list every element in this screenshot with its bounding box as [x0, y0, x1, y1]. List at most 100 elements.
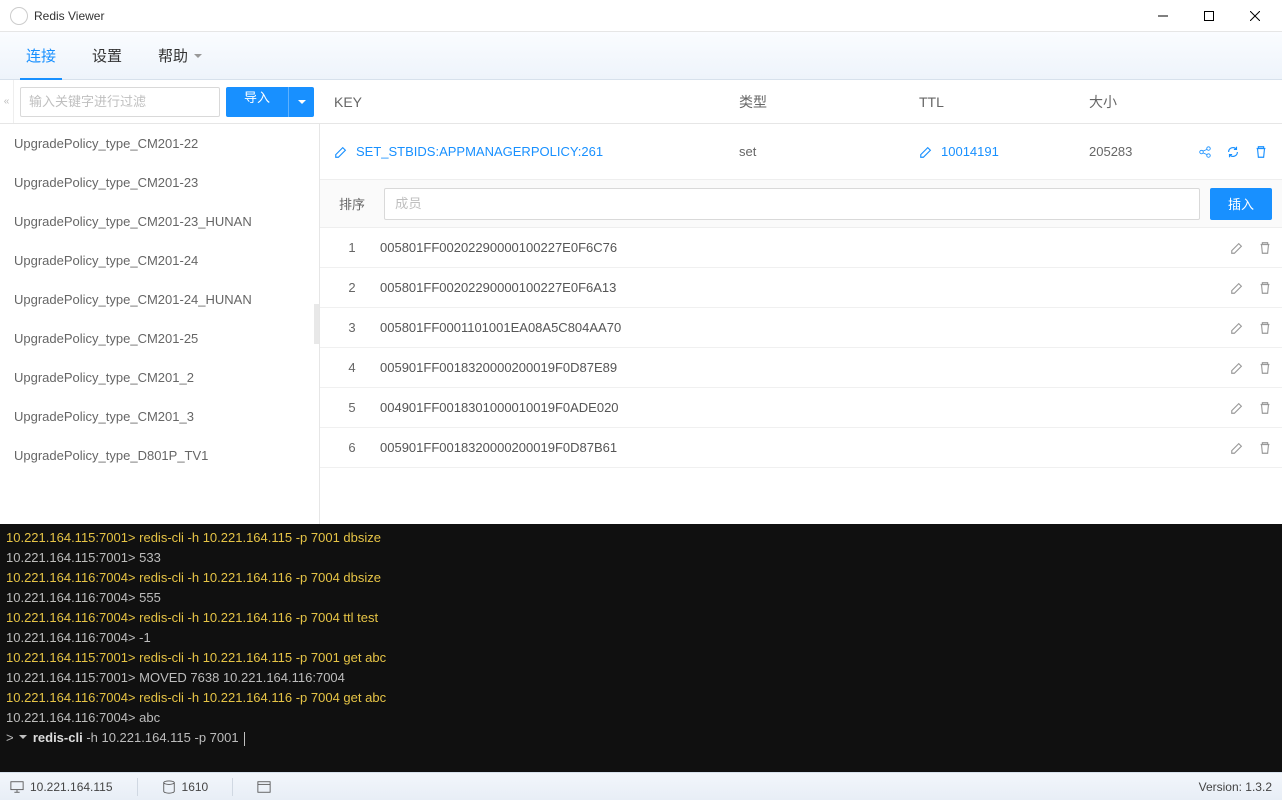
status-host-group: 10.221.164.115 — [10, 780, 113, 794]
row-actions — [1230, 321, 1272, 335]
key-list-item[interactable]: UpgradePolicy_type_CM201-24 — [0, 241, 319, 280]
terminal-output: 555 — [139, 590, 161, 605]
import-button[interactable]: 导入 — [226, 87, 314, 117]
trash-icon[interactable] — [1258, 441, 1272, 455]
status-db-count: 1610 — [182, 780, 209, 794]
maximize-button[interactable] — [1186, 0, 1232, 32]
key-list-item[interactable]: UpgradePolicy_type_CM201-23 — [0, 163, 319, 202]
key-list-item[interactable]: UpgradePolicy_type_D801P_TV1 — [0, 436, 319, 475]
status-db-group: 1610 — [162, 780, 209, 794]
row-value: 005801FF0001101001EA08A5C804AA70 — [374, 320, 1230, 335]
body: UpgradePolicy_type_CM201-22UpgradePolicy… — [0, 124, 1282, 524]
trash-icon[interactable] — [1258, 281, 1272, 295]
sidebar-toolbar: 导入 — [14, 80, 320, 123]
member-row[interactable]: 6005901FF0018320000200019F0D87B61 — [320, 428, 1282, 468]
status-host: 10.221.164.115 — [30, 780, 113, 794]
share-icon[interactable] — [1198, 145, 1212, 159]
key-list[interactable]: UpgradePolicy_type_CM201-22UpgradePolicy… — [0, 124, 320, 524]
trash-icon[interactable] — [1258, 401, 1272, 415]
menu-settings[interactable]: 设置 — [74, 32, 140, 80]
insert-button[interactable]: 插入 — [1210, 188, 1272, 220]
member-row[interactable]: 4005901FF0018320000200019F0D87E89 — [320, 348, 1282, 388]
import-button-label: 导入 — [226, 87, 288, 117]
terminal-output: 533 — [139, 550, 161, 565]
sidebar-resize-handle[interactable] — [314, 304, 319, 344]
insert-button-label: 插入 — [1228, 194, 1254, 213]
status-terminal-toggle[interactable] — [257, 780, 271, 794]
import-dropdown[interactable] — [288, 87, 314, 117]
cursor — [244, 732, 245, 746]
edit-icon[interactable] — [1230, 281, 1244, 295]
menu-connect-label: 连接 — [26, 45, 56, 66]
toolbar-row: « 导入 KEY 类型 TTL 大小 — [0, 80, 1282, 124]
status-version: Version: 1.3.2 — [1199, 780, 1272, 794]
filter-input[interactable] — [20, 87, 220, 117]
member-input[interactable] — [384, 188, 1200, 220]
triangle-down-icon[interactable] — [19, 735, 27, 743]
key-list-item[interactable]: UpgradePolicy_type_CM201_2 — [0, 358, 319, 397]
row-actions — [1230, 361, 1272, 375]
chevron-down-icon — [298, 100, 306, 108]
terminal-command: redis-cli -h 10.221.164.115 -p 7001 dbsi… — [139, 530, 381, 545]
member-grid[interactable]: 1005801FF00202290000100227E0F6C762005801… — [320, 228, 1282, 524]
edit-icon[interactable] — [1230, 401, 1244, 415]
monitor-icon — [10, 780, 24, 794]
menu-settings-label: 设置 — [92, 45, 122, 66]
terminal-command: redis-cli -h 10.221.164.116 -p 7004 ttl … — [139, 610, 378, 625]
menubar: 连接 设置 帮助 — [0, 32, 1282, 80]
sort-label[interactable]: 排序 — [330, 194, 374, 213]
member-row[interactable]: 3005801FF0001101001EA08A5C804AA70 — [320, 308, 1282, 348]
key-list-item[interactable]: UpgradePolicy_type_CM201_3 — [0, 397, 319, 436]
terminal-command: redis-cli -h 10.221.164.116 -p 7004 dbsi… — [139, 570, 381, 585]
row-actions — [1230, 281, 1272, 295]
edit-icon[interactable] — [1230, 441, 1244, 455]
header-ttl: TTL — [919, 94, 1089, 110]
edit-icon[interactable] — [1230, 361, 1244, 375]
terminal-prompt: 10.221.164.115:7001> — [6, 530, 139, 545]
edit-icon — [919, 145, 933, 159]
menu-help[interactable]: 帮助 — [140, 32, 220, 80]
member-row[interactable]: 1005801FF00202290000100227E0F6C76 — [320, 228, 1282, 268]
sidebar-collapse-handle[interactable]: « — [0, 80, 14, 123]
row-actions — [1230, 401, 1272, 415]
detail-ttl[interactable]: 10014191 — [919, 144, 1089, 159]
row-value: 004901FF0018301000010019F0ADE020 — [374, 400, 1230, 415]
edit-icon — [334, 145, 348, 159]
member-row[interactable]: 2005801FF00202290000100227E0F6A13 — [320, 268, 1282, 308]
terminal-prompt: 10.221.164.116:7004> — [6, 570, 139, 585]
terminal-prompt: 10.221.164.116:7004> — [6, 710, 139, 725]
key-list-item[interactable]: UpgradePolicy_type_CM201-24_HUNAN — [0, 280, 319, 319]
key-list-item[interactable]: UpgradePolicy_type_CM201-22 — [0, 124, 319, 163]
statusbar: 10.221.164.115 1610 Version: 1.3.2 — [0, 772, 1282, 800]
menu-help-label: 帮助 — [158, 45, 188, 66]
terminal[interactable]: 10.221.164.115:7001> redis-cli -h 10.221… — [0, 524, 1282, 772]
row-index: 6 — [330, 440, 374, 455]
terminal-command: redis-cli -h 10.221.164.116 -p 7004 get … — [139, 690, 386, 705]
terminal-output: MOVED 7638 10.221.164.116:7004 — [139, 670, 345, 685]
terminal-prompt: 10.221.164.116:7004> — [6, 590, 139, 605]
window-title: Redis Viewer — [34, 9, 104, 23]
terminal-command: redis-cli -h 10.221.164.115 -p 7001 get … — [139, 650, 386, 665]
edit-icon[interactable] — [1230, 321, 1244, 335]
close-button[interactable] — [1232, 0, 1278, 32]
key-list-item[interactable]: UpgradePolicy_type_CM201-25 — [0, 319, 319, 358]
minimize-button[interactable] — [1140, 0, 1186, 32]
key-list-item[interactable]: UpgradePolicy_type_CM201-23_HUNAN — [0, 202, 319, 241]
trash-icon[interactable] — [1258, 241, 1272, 255]
member-row[interactable]: 5004901FF0018301000010019F0ADE020 — [320, 388, 1282, 428]
menu-connect[interactable]: 连接 — [8, 32, 74, 80]
row-actions — [1230, 241, 1272, 255]
trash-icon[interactable] — [1258, 361, 1272, 375]
row-index: 3 — [330, 320, 374, 335]
trash-icon[interactable] — [1258, 321, 1272, 335]
trash-icon[interactable] — [1254, 145, 1268, 159]
terminal-prompt: 10.221.164.115:7001> — [6, 670, 139, 685]
detail-key[interactable]: SET_STBIDS:APPMANAGERPOLICY:261 — [334, 144, 739, 159]
terminal-input-line[interactable]: > redis-cli -h 10.221.164.115 -p 7001 — [6, 728, 1276, 748]
divider — [232, 778, 233, 796]
refresh-icon[interactable] — [1226, 145, 1240, 159]
edit-icon[interactable] — [1230, 241, 1244, 255]
member-toolbar: 排序 插入 — [320, 180, 1282, 228]
terminal-output: -1 — [139, 630, 151, 645]
row-value: 005801FF00202290000100227E0F6C76 — [374, 240, 1230, 255]
